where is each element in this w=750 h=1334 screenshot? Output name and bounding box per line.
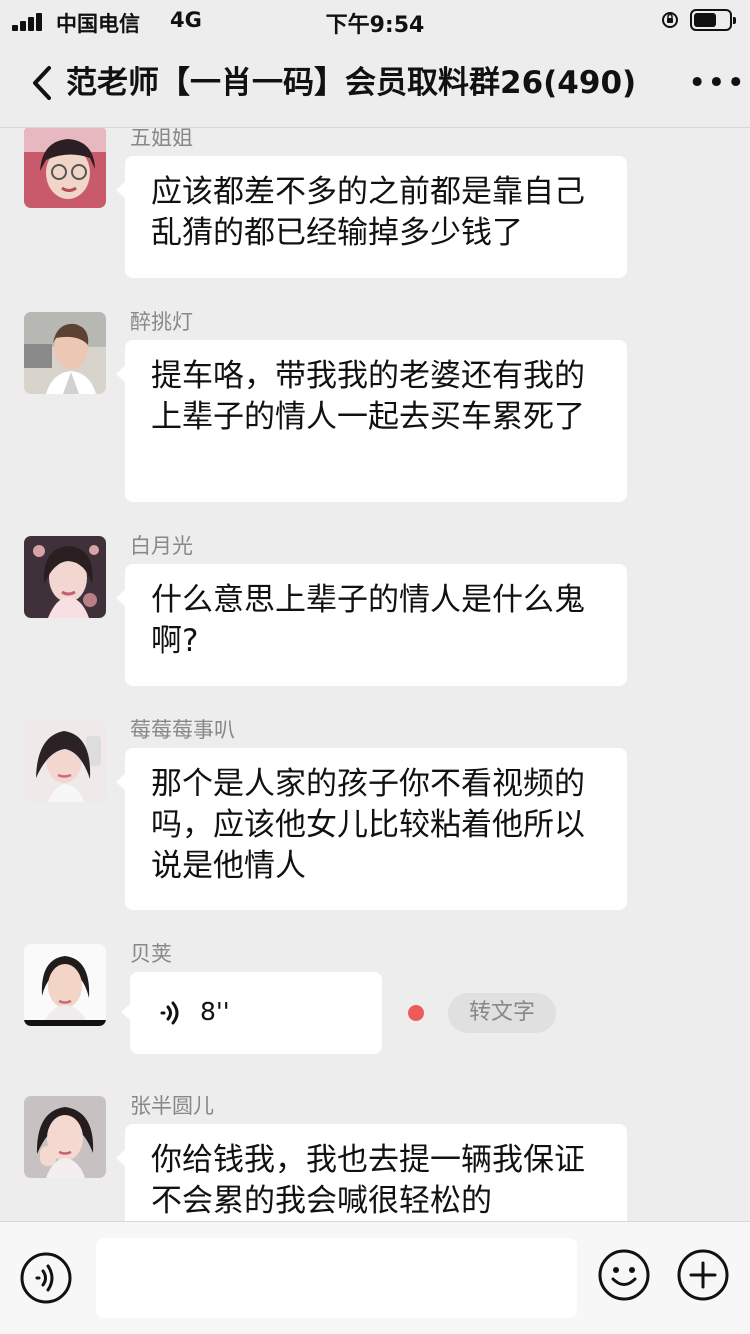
battery-icon (690, 9, 736, 31)
sender-name: 白月光 (130, 534, 193, 558)
avatar[interactable] (24, 720, 106, 802)
avatar-image (24, 944, 106, 1026)
voice-wave-icon (160, 1001, 179, 1025)
sender-name: 莓莓莓事叭 (130, 718, 235, 742)
avatar[interactable] (24, 312, 106, 394)
avatar[interactable] (24, 128, 106, 208)
avatar-image (24, 312, 106, 394)
sender-name: 张半圆儿 (130, 1094, 214, 1118)
battery-level (694, 13, 716, 27)
avatar[interactable] (24, 944, 106, 1026)
orientation-lock-icon (662, 12, 678, 28)
avatar-image (24, 128, 106, 208)
voice-message-bubble[interactable]: 8'' (121, 972, 382, 1054)
sender-name: 五姐姐 (130, 128, 193, 150)
message-bubble[interactable]: 提车咯，带我我的老婆还有我的上辈子的情人一起去买车累死了 (116, 340, 627, 502)
sender-name: 醉挑灯 (130, 310, 193, 334)
avatar-image (24, 536, 106, 618)
emoji-icon[interactable] (596, 1247, 652, 1303)
more-dots-icon[interactable]: ••• (688, 62, 745, 104)
plus-icon[interactable] (675, 1247, 731, 1303)
sender-name: 贝荚 (130, 942, 172, 966)
status-time: 下午9:54 (325, 13, 425, 38)
chat-title: 范老师【一肖一码】会员取料群26(490) (66, 65, 637, 101)
message-bubble[interactable]: 什么意思上辈子的情人是什么鬼啊? (116, 564, 627, 686)
message-bubble[interactable]: 应该都差不多的之前都是靠自己乱猜的都已经输掉多少钱了 (116, 156, 627, 278)
unread-dot (408, 1005, 424, 1021)
back-chevron-icon[interactable] (27, 64, 61, 102)
message-list[interactable]: 五姐姐 应该都差不多的之前都是靠自己乱猜的都已经输掉多少钱了 醉挑灯 提车咯，带… (0, 128, 750, 1221)
voice-duration: 8'' (200, 997, 230, 1026)
chat-header: 范老师【一肖一码】会员取料群26(490) ••• (0, 40, 750, 128)
avatar-image (24, 1096, 106, 1178)
voice-input-icon[interactable] (18, 1250, 74, 1306)
convert-to-text-button[interactable]: 转文字 (448, 993, 556, 1033)
message-bubble[interactable]: 你给钱我，我也去提一辆我保证不会累的我会喊很轻松的 (116, 1124, 627, 1221)
avatar-image (24, 720, 106, 802)
avatar[interactable] (24, 536, 106, 618)
avatar[interactable] (24, 1096, 106, 1178)
message-bubble[interactable]: 那个是人家的孩子你不看视频的吗，应该他女儿比较粘着他所以说是他情人 (116, 748, 627, 910)
message-input[interactable] (96, 1238, 577, 1318)
chat-input-bar (0, 1221, 750, 1334)
status-bar: 中国电信 4G 下午9:54 (0, 0, 750, 40)
